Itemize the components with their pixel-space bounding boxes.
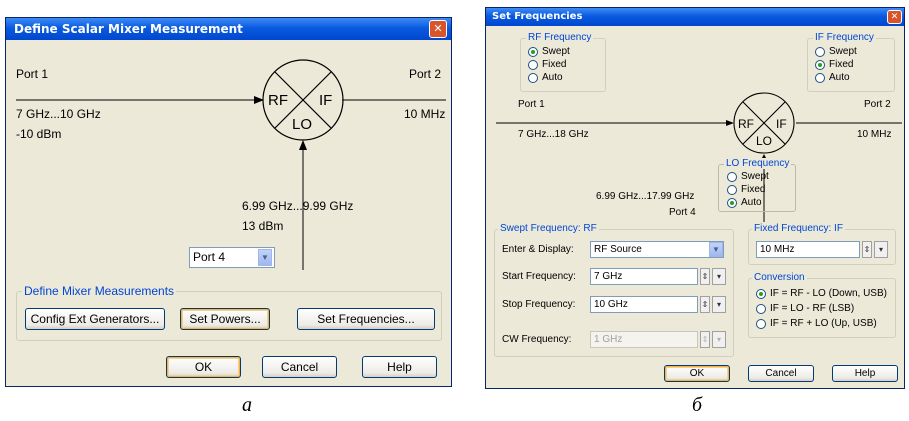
lo-frequency-text: 6.99 GHz...17.99 GHz	[596, 191, 695, 202]
start-frequency-label: Start Frequency:	[502, 271, 576, 282]
fixed-frequency-group-title: Fixed Frequency: IF	[752, 223, 845, 234]
stop-frequency-label: Stop Frequency:	[502, 299, 576, 310]
conversion-up-radio[interactable]	[756, 319, 766, 329]
lo-frequency-group-title: LO Frequency	[724, 158, 792, 169]
fixed-frequency-input[interactable]: 10 MHz	[756, 241, 860, 258]
cw-frequency-input[interactable]: 1 GHz	[590, 331, 698, 348]
chevron-down-icon[interactable]: ▼	[258, 249, 272, 266]
stop-spinner-icon[interactable]: ⇕	[700, 296, 710, 313]
cw-units-icon[interactable]: ▾	[712, 331, 726, 348]
start-frequency-value: 7 GHz	[594, 271, 623, 282]
cw-frequency-label: CW Frequency:	[502, 334, 572, 345]
stop-frequency-input[interactable]: 10 GHz	[590, 296, 698, 313]
start-frequency-input[interactable]: 7 GHz	[590, 268, 698, 285]
conversion-down-radio[interactable]	[756, 289, 766, 299]
conversion-lsb-radio[interactable]	[756, 304, 766, 314]
caption-a: а	[242, 394, 252, 416]
mixer-rf-label: RF	[738, 117, 754, 131]
lo-auto-label: Auto	[741, 197, 762, 208]
conversion-down-label: IF = RF - LO (Down, USB)	[770, 288, 887, 299]
enter-display-value: RF Source	[594, 244, 642, 255]
conversion-up-label: IF = RF + LO (Up, USB)	[770, 318, 877, 329]
ok-button[interactable]: OK	[664, 365, 730, 382]
chevron-down-icon[interactable]: ▼	[709, 242, 723, 257]
ok-button[interactable]: OK	[166, 356, 241, 378]
mixer-measurements-group-title: Define Mixer Measurements	[22, 284, 177, 298]
caption-b: б	[692, 394, 703, 416]
fixed-spinner-icon[interactable]: ⇕	[862, 241, 872, 258]
cw-frequency-value: 1 GHz	[594, 334, 623, 345]
set-frequencies-button[interactable]: Set Frequencies...	[297, 308, 435, 330]
mixer-lo-label: LO	[756, 134, 773, 148]
define-scalar-mixer-dialog: Define Scalar Mixer Measurement ✕ Port 1…	[5, 17, 452, 387]
set-powers-button[interactable]: Set Powers...	[180, 308, 270, 330]
cancel-button[interactable]: Cancel	[748, 365, 814, 382]
mixer-lo-label: LO	[292, 116, 313, 133]
fixed-units-icon[interactable]: ▾	[874, 241, 888, 258]
mixer-rf-label: RF	[268, 92, 288, 109]
enter-display-label: Enter & Display:	[502, 244, 574, 255]
lo-fixed-label: Fixed	[741, 184, 766, 195]
start-spinner-icon[interactable]: ⇕	[700, 268, 710, 285]
lo-port-text: Port 4	[669, 207, 696, 218]
conversion-group-title: Conversion	[752, 272, 807, 283]
help-button[interactable]: Help	[832, 365, 898, 382]
mixer-if-label: IF	[319, 92, 333, 109]
enter-display-select[interactable]: RF Source	[590, 241, 724, 258]
lo-frequency-text: 6.99 GHz...9.99 GHz	[242, 199, 354, 213]
lo-auto-radio[interactable]	[727, 198, 737, 208]
stop-units-icon[interactable]: ▾	[712, 296, 726, 313]
conversion-lsb-label: IF = LO - RF (LSB)	[770, 303, 855, 314]
cancel-button[interactable]: Cancel	[262, 356, 337, 378]
help-button[interactable]: Help	[362, 356, 437, 378]
lo-fixed-radio[interactable]	[727, 185, 737, 195]
port-select-value: Port 4	[193, 250, 226, 264]
lo-swept-label: Swept	[741, 171, 769, 182]
cw-spinner-icon[interactable]: ⇕	[700, 331, 710, 348]
swept-frequency-group-title: Swept Frequency: RF	[498, 223, 599, 234]
config-ext-generators-button[interactable]: Config Ext Generators...	[25, 308, 165, 330]
stop-frequency-value: 10 GHz	[594, 299, 628, 310]
fixed-frequency-value: 10 MHz	[760, 244, 795, 255]
mixer-if-label: IF	[776, 117, 787, 131]
set-frequencies-dialog: Set Frequencies ✕ RF Frequency Swept Fix…	[485, 7, 905, 389]
start-units-icon[interactable]: ▾	[712, 268, 726, 285]
lo-swept-radio[interactable]	[727, 172, 737, 182]
lo-power-text: 13 dBm	[242, 219, 284, 233]
